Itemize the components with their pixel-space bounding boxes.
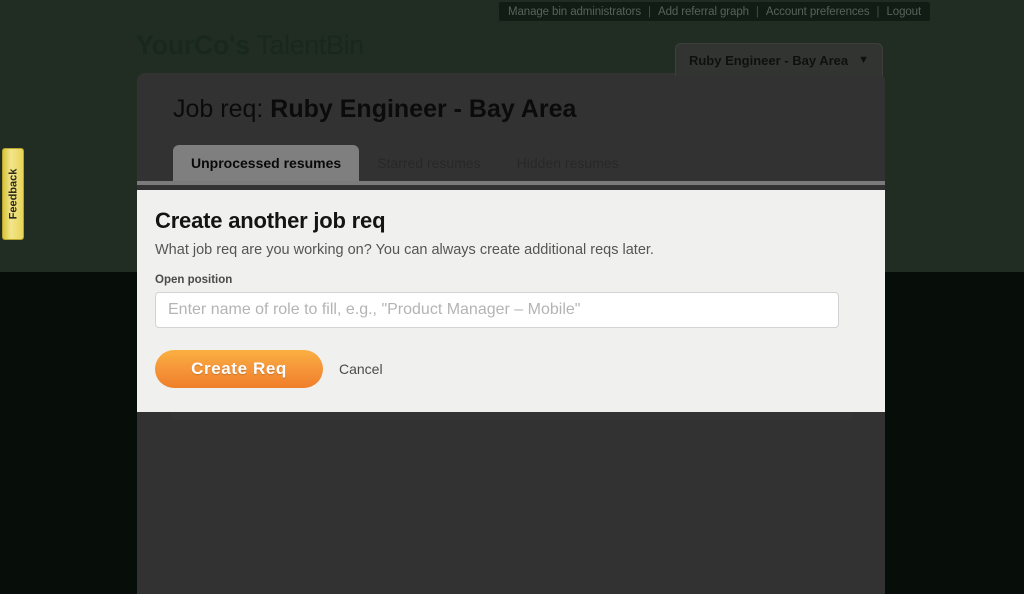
app-screen: Manage bin administrators | Add referral…	[0, 0, 1024, 594]
feedback-label: Feedback	[7, 169, 19, 220]
create-job-req-modal: Create another job req What job req are …	[137, 190, 885, 412]
modal-actions: Create Req Cancel	[155, 350, 867, 388]
open-position-label: Open position	[155, 274, 867, 286]
modal-title: Create another job req	[155, 208, 867, 234]
cancel-button[interactable]: Cancel	[339, 361, 383, 377]
create-req-button[interactable]: Create Req	[155, 350, 323, 388]
open-position-input[interactable]	[155, 292, 839, 328]
feedback-tab[interactable]: Feedback	[2, 148, 24, 240]
modal-description: What job req are you working on? You can…	[155, 242, 867, 258]
